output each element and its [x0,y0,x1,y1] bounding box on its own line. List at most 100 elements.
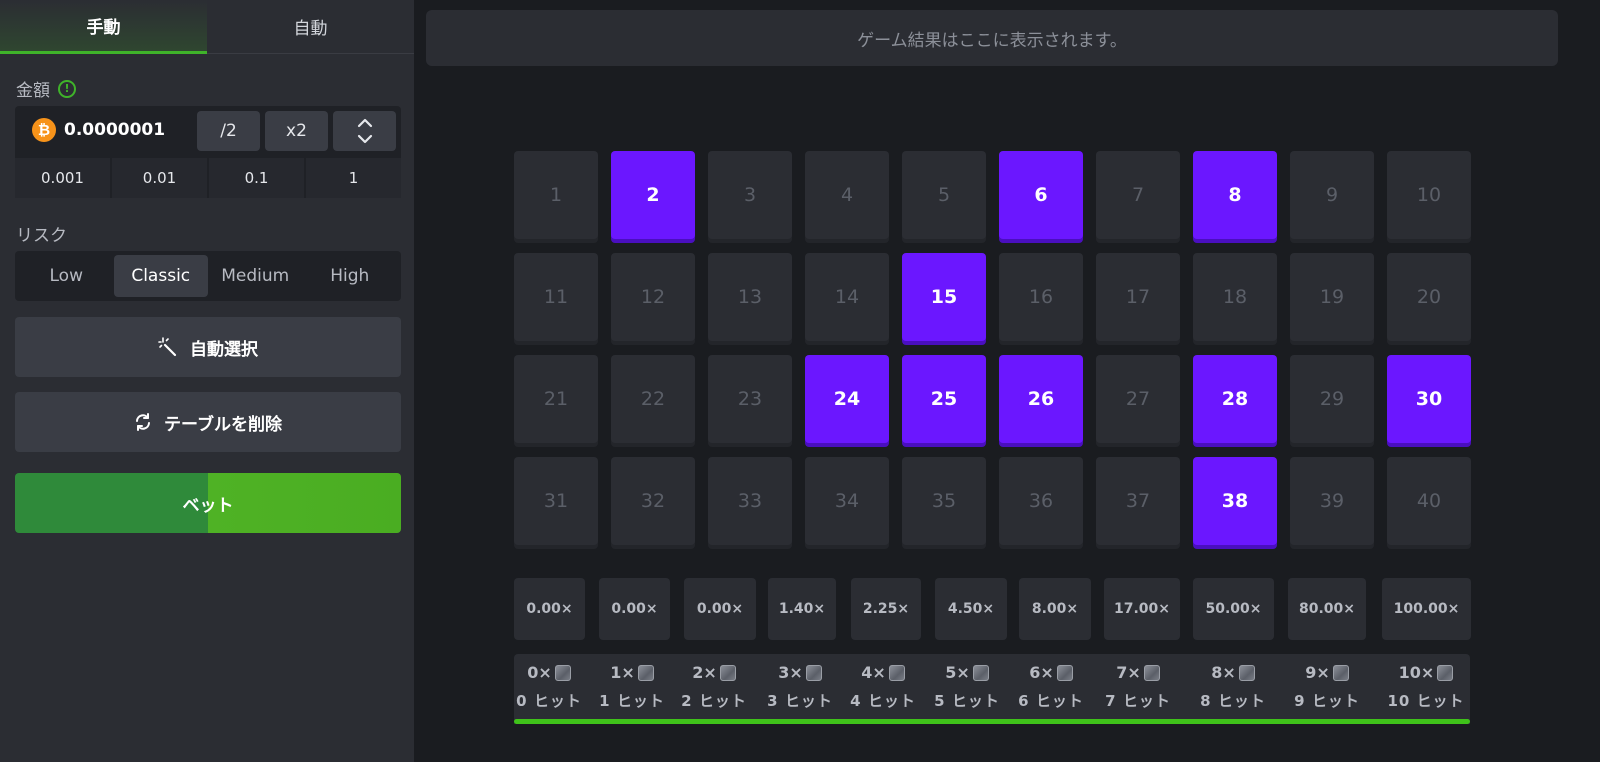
keno-tile[interactable]: 22 [611,355,695,443]
hit-count-label: 10× [1398,663,1435,682]
hit-label: 9 ヒット [1294,692,1360,710]
payout-multiplier: 17.00× [1104,578,1180,640]
keno-tile[interactable]: 37 [1096,457,1180,545]
keno-tile[interactable]: 28 [1193,355,1277,443]
keno-tile[interactable]: 32 [611,457,695,545]
game-result-bar: ゲーム結果はここに表示されます。 [426,10,1558,66]
keno-tile[interactable]: 2 [611,151,695,239]
half-amount-button[interactable]: /2 [197,111,260,151]
mode-tabs: 手動 自動 [0,0,414,54]
keno-tile[interactable]: 31 [514,457,598,545]
auto-select-label: 自動選択 [190,339,258,360]
hit-label: 8 ヒット [1200,692,1266,710]
keno-tile[interactable]: 24 [805,355,889,443]
info-icon[interactable]: ! [58,79,76,98]
keno-tile[interactable]: 11 [514,253,598,341]
keno-tile[interactable]: 7 [1096,151,1180,239]
keno-tile[interactable]: 9 [1290,151,1374,239]
payout-multiplier: 0.00× [514,578,585,640]
hit-column: 0× 0 ヒット [504,654,594,720]
hit-count: 8× [1211,663,1255,682]
gem-icon [972,664,989,681]
keno-tile[interactable]: 27 [1096,355,1180,443]
risk-option-classic[interactable]: Classic [113,255,208,297]
refresh-icon [136,413,150,431]
payout-multiplier: 100.00× [1382,578,1471,640]
keno-tile[interactable]: 6 [999,151,1083,239]
preset-1[interactable]: 1 [306,158,401,198]
hit-count: 0× [527,663,571,682]
clear-table-label: テーブルを削除 [164,414,282,435]
hit-label: 3 ヒット [767,692,833,710]
keno-tile[interactable]: 18 [1193,253,1277,341]
preset-0.1[interactable]: 0.1 [209,158,304,198]
clear-table-button[interactable]: テーブルを削除 [15,392,401,452]
hit-column: 6× 6 ヒット [1006,654,1096,720]
keno-tile[interactable]: 30 [1387,355,1471,443]
tab-manual[interactable]: 手動 [0,0,207,54]
gem-icon [1238,664,1255,681]
keno-tile[interactable]: 4 [805,151,889,239]
keno-tile[interactable]: 40 [1387,457,1471,545]
payout-multiplier: 8.00× [1019,578,1091,640]
keno-tile[interactable]: 20 [1387,253,1471,341]
hit-column: 9× 9 ヒット [1282,654,1372,720]
bitcoin-icon: ₿ [32,118,56,142]
keno-tile[interactable]: 21 [514,355,598,443]
keno-tile[interactable]: 34 [805,457,889,545]
amount-slider-toggle[interactable] [333,111,396,151]
amount-input[interactable]: ₿ 0.0000001 [15,106,195,154]
keno-tile[interactable]: 36 [999,457,1083,545]
hit-count-label: 5× [945,663,970,682]
keno-tile[interactable]: 26 [999,355,1083,443]
gem-icon [1056,664,1073,681]
keno-tile[interactable]: 14 [805,253,889,341]
keno-tile[interactable]: 12 [611,253,695,341]
keno-tile[interactable]: 33 [708,457,792,545]
keno-tile[interactable]: 35 [902,457,986,545]
preset-0.001[interactable]: 0.001 [15,158,110,198]
hit-count: 9× [1305,663,1349,682]
keno-tile[interactable]: 19 [1290,253,1374,341]
auto-select-button[interactable]: 自動選択 [15,317,401,377]
amount-value: 0.0000001 [64,120,166,140]
chevron-up-down-icon [357,118,372,144]
keno-tile[interactable]: 15 [902,253,986,341]
hit-column: 3× 3 ヒット [755,654,845,720]
hit-column: 4× 4 ヒット [838,654,928,720]
keno-tile[interactable]: 16 [999,253,1083,341]
amount-presets: 0.001 0.01 0.1 1 [15,158,401,198]
keno-tile[interactable]: 3 [708,151,792,239]
keno-tile[interactable]: 1 [514,151,598,239]
hit-count-label: 9× [1305,663,1330,682]
bet-button[interactable]: ベット [15,473,401,533]
hit-label: 0 ヒット [516,692,582,710]
risk-section-label: リスク [16,221,67,246]
keno-tile[interactable]: 29 [1290,355,1374,443]
preset-0.01[interactable]: 0.01 [112,158,207,198]
tab-auto[interactable]: 自動 [207,0,414,54]
hit-count: 4× [861,663,905,682]
risk-option-low[interactable]: Low [19,255,114,297]
hit-label: 7 ヒット [1105,692,1171,710]
keno-tile[interactable]: 13 [708,253,792,341]
keno-tile[interactable]: 39 [1290,457,1374,545]
double-amount-button[interactable]: x2 [265,111,328,151]
risk-option-high[interactable]: High [303,255,398,297]
hit-label: 5 ヒット [934,692,1000,710]
payout-multiplier: 50.00× [1193,578,1274,640]
keno-tile[interactable]: 5 [902,151,986,239]
risk-option-medium[interactable]: Medium [208,255,303,297]
keno-tile[interactable]: 17 [1096,253,1180,341]
keno-tile[interactable]: 10 [1387,151,1471,239]
hit-label: 4 ヒット [850,692,916,710]
hit-count: 3× [778,663,822,682]
amount-section-label: 金額 ! [16,76,76,101]
keno-tile[interactable]: 8 [1193,151,1277,239]
gem-icon [1332,664,1349,681]
keno-tile[interactable]: 25 [902,355,986,443]
keno-tile[interactable]: 38 [1193,457,1277,545]
gem-icon [1437,664,1454,681]
bet-sidebar: 手動 自動 金額 ! ₿ 0.0000001 /2 x2 0.001 0.01 … [0,0,414,762]
keno-tile[interactable]: 23 [708,355,792,443]
